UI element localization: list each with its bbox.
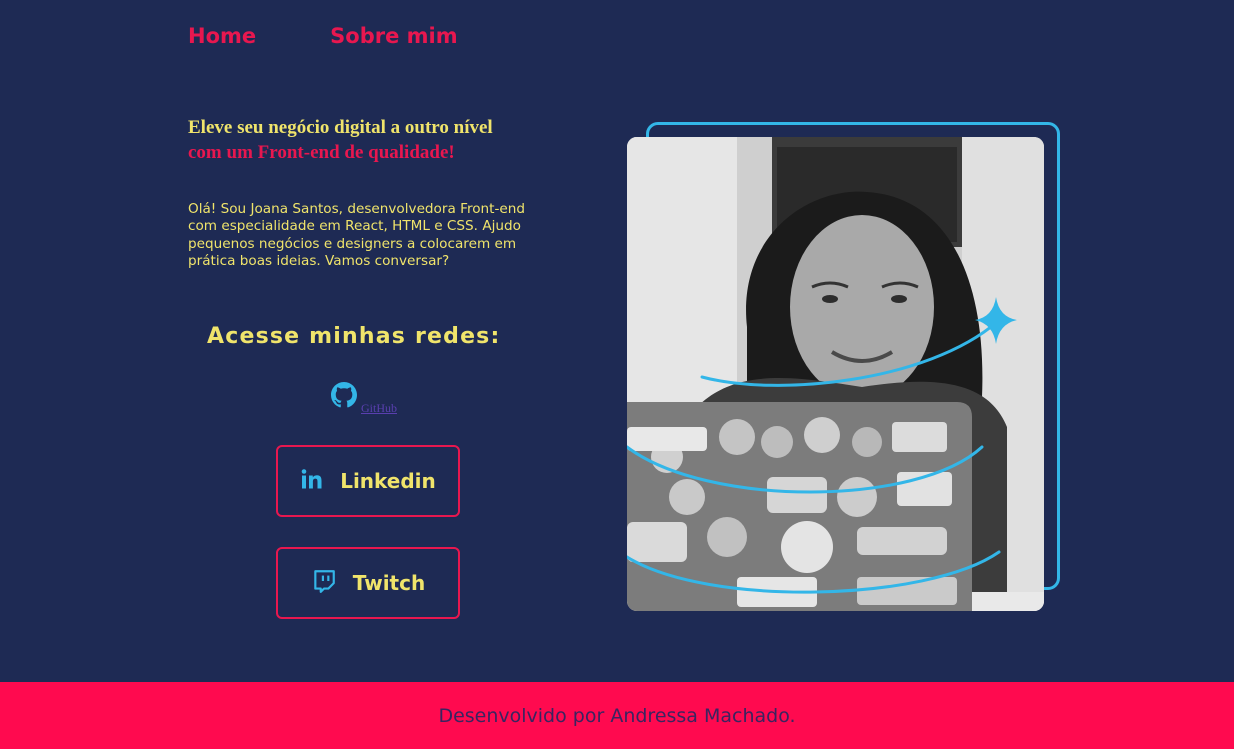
social-title: Acesse minhas redes:	[207, 324, 501, 349]
decorative-arcs-icon	[627, 297, 1017, 594]
nav-link-about[interactable]: Sobre mim	[330, 24, 457, 48]
github-link[interactable]: GitHub	[331, 382, 397, 415]
linkedin-label: Linkedin	[340, 469, 436, 493]
headline-line-1: Eleve seu negócio digital a outro nível	[188, 117, 493, 138]
page-footer: Desenvolvido por Andressa Machado.	[0, 682, 1234, 749]
twitch-label: Twitch	[352, 571, 426, 595]
nav-link-home[interactable]: Home	[188, 24, 256, 48]
hero-headline: Eleve seu negócio digital a outro nível …	[188, 115, 568, 165]
headline-line-2: com um Front-end de qualidade!	[188, 142, 455, 163]
linkedin-icon	[300, 467, 324, 496]
intro-paragraph: Olá! Sou Joana Santos, desenvolvedora Fr…	[188, 201, 526, 270]
twitch-icon	[311, 568, 337, 599]
linkedin-button[interactable]: Linkedin	[276, 445, 460, 517]
hero-image-block	[627, 122, 1061, 612]
main-nav: Home Sobre mim	[188, 24, 458, 48]
footer-credit: Desenvolvido por Andressa Machado.	[438, 704, 796, 727]
github-label: GitHub	[361, 401, 397, 415]
github-icon	[331, 382, 357, 412]
twitch-button[interactable]: Twitch	[276, 547, 460, 619]
